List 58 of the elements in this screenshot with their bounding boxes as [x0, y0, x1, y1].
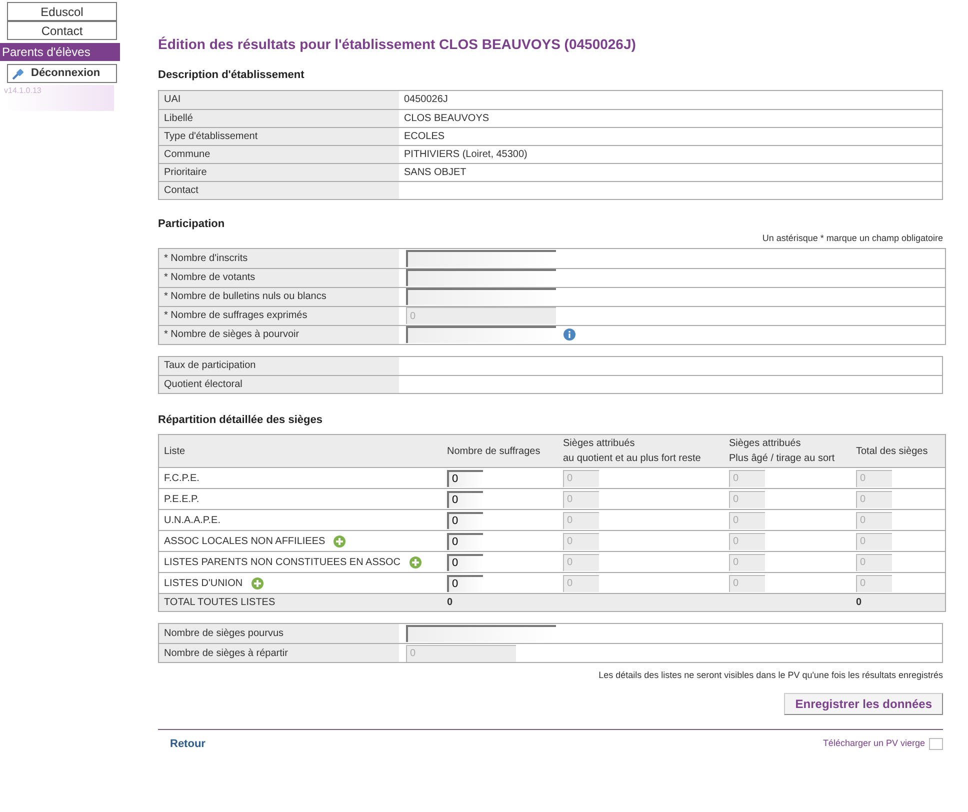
field-label: * Nombre de sièges à pourvoir	[159, 326, 399, 344]
list-name: P.E.E.P.	[164, 492, 200, 506]
table-cell: Contact	[159, 182, 399, 198]
input-field[interactable]	[406, 625, 556, 642]
field-label: * Nombre de suffrages exprimés	[159, 306, 399, 324]
input-field[interactable]	[406, 250, 556, 266]
back-link[interactable]: Retour	[170, 736, 206, 752]
input-field[interactable]: 0	[447, 470, 483, 486]
input-field[interactable]: 0	[447, 490, 483, 508]
input-field[interactable]	[406, 288, 556, 305]
column-header: Sièges attribués Plus âgé / tirage au sort	[728, 437, 836, 466]
table-cell: Taux de participation	[159, 356, 399, 374]
required-note: Un astérisque * marque un champ obligatoire	[761, 232, 943, 245]
sidebar-item[interactable]: Parents d'élèves	[0, 43, 120, 61]
table-cell: Quotient électoral	[159, 376, 399, 392]
input-field[interactable]	[406, 269, 556, 286]
field-label: Nombre de sièges à répartir	[159, 644, 399, 662]
list-name: F.C.P.E.	[164, 472, 200, 486]
field-label: * Nombre de votants	[159, 268, 399, 286]
page-title: Édition des résultats pour l'établissement CLOS BEAUVOYS (0450026J)	[158, 35, 637, 54]
field-label: * Nombre d'inscrits	[159, 248, 399, 268]
table-cell: Commune	[159, 146, 399, 162]
download-link[interactable]: Télécharger un PV vierge	[822, 737, 925, 750]
add-icon[interactable]	[408, 556, 422, 568]
sidebar-item[interactable]: Eduscol	[7, 2, 117, 21]
table-cell-text: 0	[446, 596, 454, 610]
column-header: Liste	[163, 444, 186, 458]
footnote: Les détails des listes ne seront visibles dans le PV qu'une fois les résultats enregistrés	[598, 669, 943, 682]
input-field[interactable]: 0	[447, 512, 483, 528]
section-heading: Répartition détaillée des sièges	[158, 412, 324, 428]
section-heading: Participation	[158, 216, 226, 232]
version-label: v14.1.0.13	[4, 85, 114, 111]
list-name: U.N.A.A.P.E.	[164, 514, 221, 528]
info-icon[interactable]	[563, 328, 576, 341]
column-header: Nombre de suffrages	[446, 444, 542, 458]
list-name: LISTES PARENTS NON CONSTITUEES EN ASSOC	[164, 556, 401, 570]
table-cell: Libellé	[159, 110, 399, 126]
list-name: LISTES D'UNION	[164, 576, 243, 590]
add-icon[interactable]	[333, 534, 346, 548]
field-label: Nombre de sièges pourvus	[159, 624, 399, 643]
logout-button[interactable]: Déconnexion	[7, 64, 117, 83]
column-header: Total des sièges	[855, 444, 929, 458]
sidebar-item[interactable]: Contact	[7, 21, 117, 40]
table-cell: Prioritaire	[159, 164, 399, 180]
input-field[interactable]: 0	[447, 554, 483, 570]
input-field[interactable]: 0	[447, 532, 483, 550]
table-cell-text: 0	[855, 596, 863, 610]
input-field[interactable]	[406, 326, 556, 343]
input-field[interactable]: 0	[447, 574, 483, 592]
list-name: ASSOC LOCALES NON AFFILIEES	[164, 534, 326, 548]
field-label: * Nombre de bulletins nuls ou blancs	[159, 288, 399, 306]
add-icon[interactable]	[250, 576, 264, 590]
table-cell-text: TOTAL TOUTES LISTES	[163, 596, 276, 610]
table-cell: UAI	[159, 90, 399, 108]
column-header: Sièges attribués au quotient et au plus fort reste	[562, 437, 702, 466]
section-heading: Description d'établissement	[158, 68, 306, 83]
table-cell: Type d'établissement	[159, 128, 399, 144]
save-button[interactable]: Enregistrer les données	[784, 692, 943, 714]
